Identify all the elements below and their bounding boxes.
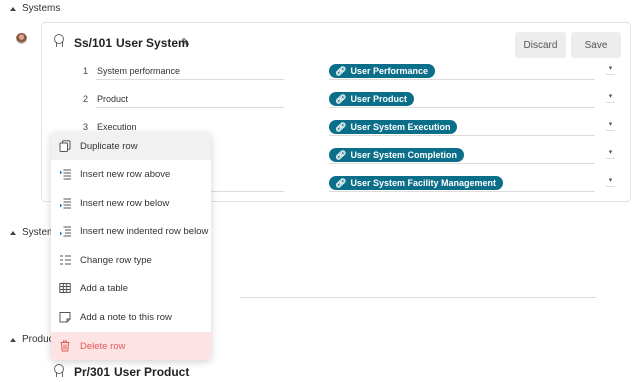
tag-label: User Performance — [350, 66, 428, 76]
row-number: 1 — [82, 66, 88, 76]
chevron-down-icon[interactable]: ▾ — [606, 92, 615, 103]
row-divider — [240, 297, 596, 298]
chevron-down-icon[interactable]: ▾ — [606, 176, 615, 187]
row-label[interactable]: System performance — [97, 66, 180, 76]
row-divider — [329, 107, 595, 108]
row-number: 3 — [82, 122, 88, 132]
row-divider — [329, 163, 595, 164]
row-divider — [96, 79, 284, 80]
insert-indented-icon — [60, 226, 71, 237]
link-icon: 🔗︎ — [335, 177, 347, 188]
section-title: Systems — [22, 3, 61, 14]
link-tag[interactable]: 🔗︎ User System Execution — [329, 120, 458, 134]
tag-label: User Product — [350, 94, 407, 104]
tag-label: User System Facility Management — [350, 178, 496, 188]
menu-item-add-note[interactable]: Add a note to this row — [51, 303, 211, 331]
insert-below-icon — [60, 198, 71, 209]
row-label[interactable]: Execution — [97, 122, 137, 132]
link-tag[interactable]: 🔗︎ User System Completion — [329, 148, 464, 162]
system-title: User System — [116, 36, 189, 50]
chevron-down-icon[interactable]: ▾ — [606, 120, 615, 131]
menu-item-change-row-type[interactable]: Change row type — [51, 246, 211, 274]
section-header-product[interactable]: Product — [10, 334, 56, 345]
save-button[interactable]: Save — [571, 32, 621, 58]
tag-label: User System Execution — [350, 122, 451, 132]
menu-item-duplicate-row[interactable]: Duplicate row — [51, 132, 211, 160]
row-divider — [329, 79, 595, 80]
edit-pencil-icon[interactable]: ✎ — [181, 36, 190, 49]
row-number: 2 — [82, 94, 88, 104]
table-icon — [59, 283, 71, 293]
row-divider — [329, 191, 595, 192]
link-tag[interactable]: 🔗︎ User Performance — [329, 64, 435, 78]
badge-icon — [54, 34, 64, 48]
row-label[interactable]: Product — [97, 94, 128, 104]
note-icon — [59, 312, 71, 323]
row-divider — [210, 191, 284, 192]
menu-item-insert-indented[interactable]: Insert new indented row below — [51, 217, 211, 245]
section-header-system[interactable]: System — [10, 227, 55, 238]
row-divider — [96, 107, 284, 108]
menu-item-label: Insert new indented row below — [80, 225, 209, 237]
chevron-down-icon[interactable]: ▾ — [606, 64, 615, 75]
change-type-icon — [60, 255, 71, 265]
product-id: Pr/301 — [74, 365, 111, 379]
link-icon: 🔗︎ — [335, 121, 347, 132]
menu-item-label: Add a table — [80, 282, 129, 294]
menu-item-insert-below[interactable]: Insert new row below — [51, 189, 211, 217]
insert-above-icon — [60, 169, 71, 180]
avatar[interactable] — [16, 33, 27, 44]
trash-icon — [60, 340, 70, 352]
menu-item-label: Change row type — [80, 254, 152, 266]
section-header-systems[interactable]: Systems — [10, 3, 60, 14]
menu-item-label: Insert new row below — [80, 197, 170, 209]
row-divider — [329, 135, 595, 136]
link-icon: 🔗︎ — [335, 65, 347, 76]
menu-item-label: Insert new row above — [80, 168, 171, 180]
collapse-caret-icon[interactable] — [10, 337, 16, 342]
menu-item-label: Delete row — [80, 340, 126, 352]
menu-item-delete-row[interactable]: Delete row — [51, 332, 211, 360]
link-tag[interactable]: 🔗︎ User System Facility Management — [329, 176, 503, 190]
discard-button[interactable]: Discard — [515, 32, 566, 58]
chevron-down-icon[interactable]: ▾ — [606, 148, 615, 159]
menu-item-insert-above[interactable]: Insert new row above — [51, 160, 211, 188]
collapse-caret-icon[interactable] — [10, 230, 16, 235]
collapse-caret-icon[interactable] — [10, 6, 16, 11]
menu-item-add-table[interactable]: Add a table — [51, 274, 211, 302]
link-icon: 🔗︎ — [335, 93, 347, 104]
system-id: Ss/101 — [74, 36, 113, 50]
link-tag[interactable]: 🔗︎ User Product — [329, 92, 414, 106]
duplicate-icon — [59, 140, 71, 152]
tag-label: User System Completion — [350, 150, 457, 160]
link-icon: 🔗︎ — [335, 149, 347, 160]
badge-icon — [54, 364, 64, 378]
menu-item-label: Duplicate row — [80, 140, 138, 152]
menu-item-label: Add a note to this row — [80, 311, 172, 323]
product-title: User Product — [114, 365, 190, 379]
row-context-menu: Duplicate row Insert new row above Inser… — [51, 132, 211, 360]
